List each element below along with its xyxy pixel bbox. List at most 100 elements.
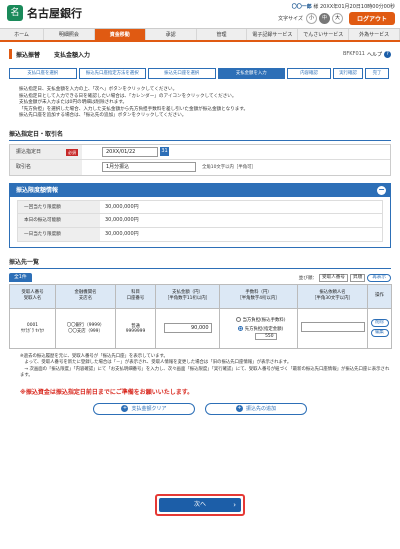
date-section: 振込指定日・取引名 振込指定日 必須 20XX/01/22 31 取引名 1月分…: [9, 129, 391, 176]
step-indicator: 支払口座を選択 振込先口座指定方法を選択 振込先口座を選択 支払金額を入力 内容…: [9, 68, 391, 79]
col-requester: 振込依頼人名 ［半角30文字以内］: [297, 283, 368, 309]
nav-statement[interactable]: 明細照会: [44, 29, 95, 40]
nav-electronic-record[interactable]: 電子記録サービス: [247, 29, 299, 40]
add-payee-label: 振込先の追加: [245, 405, 276, 412]
limit-key: 一日当たり限度額: [18, 227, 100, 241]
sort-key-select[interactable]: 受取人番号: [319, 273, 348, 282]
nav-densai[interactable]: でんさいサービス: [298, 29, 350, 40]
resort-button[interactable]: 再表示: [367, 273, 391, 282]
ops-cell: 削除 編集: [367, 307, 392, 349]
notes: ※過去の振込履歴を元に、受取人番号が「振込先口座」を表示しています。 よって、受…: [20, 354, 391, 380]
limit-panel-header[interactable]: 振込限度額情報 −: [10, 183, 390, 197]
nav-forex[interactable]: 外為サービス: [349, 29, 400, 40]
user-name: 〇〇一郎: [291, 4, 312, 10]
account-cell: 普通 9999999: [115, 307, 156, 349]
payee-toolbar: 全1件 並び順： 受取人番号 昇順 再表示: [9, 272, 391, 284]
limit-heading: 振込限度額情報: [16, 186, 59, 194]
bank-cell: 〇〇銀行（9999） 〇〇支店（999）: [55, 307, 116, 349]
instruction-line: 振込先口座を追加する場合は、「振込先の追加」ボタンをクリックしてください。: [19, 113, 187, 119]
clear-amount-label: 支払金額クリア: [131, 405, 167, 412]
radio-icon[interactable]: [235, 316, 241, 322]
col-payee: 受取人番号 受取人名: [9, 283, 56, 309]
note-line: → 次画面の「振込限度」「内容確認」にて「お支払明細番号」を入力し、次々画面「振…: [20, 366, 390, 379]
transfer-date-input[interactable]: 20XX/01/22: [102, 146, 158, 157]
page-title: 支払金額入力: [54, 51, 91, 59]
nav-management[interactable]: 管理: [197, 29, 248, 40]
limit-panel: 振込限度額情報 − 一回当たり限度額 30,000,000円 本日の振込可能額 …: [9, 182, 391, 248]
col-bank: 金融機関名 支店名: [55, 283, 116, 309]
step-5: 内容確認: [287, 68, 331, 79]
step-1: 支払口座を選択: [9, 68, 77, 79]
chevron-right-icon: ›: [233, 501, 236, 509]
col-fee: 手数料（円） ［半角数字4桁以内］: [219, 283, 298, 309]
font-size-small-button[interactable]: 小: [305, 13, 317, 24]
action-buttons: + 支払金額クリア + 振込先の追加: [0, 402, 400, 415]
edit-button[interactable]: 編集: [370, 329, 389, 338]
fee-input[interactable]: 550: [254, 332, 277, 340]
txn-row: 取引名 1月分振込 全角10文字以内［半角可］: [10, 159, 390, 175]
fee-option-theirs-label: 先方負担(指定金額): [244, 326, 284, 332]
fee-option-ours[interactable]: 当方負担(振込手数料): [224, 316, 297, 323]
bank-logo[interactable]: 名 名古屋銀行: [7, 5, 82, 21]
sort-order-select[interactable]: 昇順: [350, 273, 366, 282]
instruction-line: 振込指定日、支払金額を入力の上、「次へ」ボタンをクリックしてください。: [19, 87, 178, 92]
delete-button[interactable]: 削除: [370, 319, 389, 328]
requester-input[interactable]: [300, 322, 365, 333]
txn-note: 全角10文字以内［半角可］: [202, 165, 256, 171]
amount-input[interactable]: 90,000: [163, 323, 212, 334]
amount-cell: 90,000: [155, 307, 220, 349]
instructions: 振込指定日、支払金額を入力の上、「次へ」ボタンをクリックしてください。 振込指定…: [19, 87, 391, 120]
logo-text: 名古屋銀行: [27, 7, 82, 20]
next-label: 次へ: [193, 501, 206, 508]
limit-row: 一日当たり限度額 30,000,000円: [17, 227, 383, 242]
payee-table: 受取人番号 受取人名 金融機関名 支店名 科目 口座番号 支払金額（円） ［半角…: [9, 283, 392, 349]
font-size-medium-button[interactable]: 中: [318, 13, 330, 24]
step-7: 完了: [365, 68, 389, 79]
limit-body: 一回当たり限度額 30,000,000円 本日の振込可能額 30,000,000…: [10, 197, 390, 247]
sort-label: 並び順：: [298, 275, 318, 281]
nav-fund-transfer[interactable]: 資金移動: [94, 29, 146, 40]
logout-button[interactable]: ログアウト: [348, 12, 395, 25]
all-tab[interactable]: 全1件: [9, 273, 32, 283]
plus-icon: +: [121, 404, 129, 412]
limit-value: 30,000,000円: [105, 230, 139, 237]
account-number: 9999999: [125, 328, 146, 334]
font-size-switcher: 文字サイズ 小 中 大 ログアウト: [278, 12, 395, 25]
next-button[interactable]: 次へ ›: [159, 498, 241, 512]
date-label: 振込指定日 必須: [10, 144, 82, 159]
limit-row: 一回当たり限度額 30,000,000円: [17, 199, 383, 214]
collapse-icon[interactable]: −: [377, 185, 386, 195]
nav-approval[interactable]: 承認: [146, 29, 197, 40]
col-ops: 操作: [367, 283, 392, 309]
clear-amount-button[interactable]: + 支払金額クリア: [93, 402, 195, 415]
help-label: ヘルプ: [366, 51, 382, 58]
font-size-large-button[interactable]: 大: [331, 13, 343, 24]
step-6: 実行確認: [333, 68, 363, 79]
limit-key: 本日の振込可能額: [18, 213, 100, 227]
instruction-line: 支払金額が未入力または0円の明細は削除されます。: [19, 100, 128, 106]
calendar-icon[interactable]: 31: [160, 147, 169, 157]
payee-cell: 0001 ｻｸﾗｶﾞﾜ ｾｲｶﾂ: [9, 307, 56, 349]
table-row: 0001 ｻｸﾗｶﾞﾜ ｾｲｶﾂ 〇〇銀行（9999） 〇〇支店（999） 普通…: [9, 307, 392, 349]
fee-cell: 当方負担(振込手数料) 先方負担(指定金額) 550: [219, 307, 298, 349]
payee-heading: 振込先一覧: [9, 257, 391, 269]
txn-name-input[interactable]: 1月分振込: [102, 162, 196, 173]
sort-controls: 並び順： 受取人番号 昇順 再表示: [298, 273, 391, 282]
date-row: 振込指定日 必須 20XX/01/22 31: [10, 144, 390, 160]
screen-code: BFKF011: [342, 51, 365, 57]
radio-selected-icon[interactable]: [237, 325, 243, 331]
payee-name: ｻｸﾗｶﾞﾜ ｾｲｶﾂ: [20, 328, 45, 334]
limit-value: 30,000,000円: [105, 216, 139, 223]
step-4-current: 支払金額を入力: [217, 68, 285, 79]
txn-label: 取引名: [10, 159, 82, 175]
fee-option-ours-label: 当方負担(振込手数料): [242, 317, 286, 323]
header-right: 〇〇一郎 様 20XX年01月20日10時00分00秒 文字サイズ 小 中 大 …: [278, 3, 395, 25]
help-icon: ?: [384, 50, 391, 58]
date-label-text: 振込指定日: [16, 148, 42, 155]
title-accent: [9, 49, 12, 59]
add-payee-button[interactable]: + 振込先の追加: [205, 402, 307, 415]
help-link[interactable]: ヘルプ ?: [366, 50, 391, 58]
user-suffix: 様: [313, 4, 319, 10]
nav-home[interactable]: ホーム: [0, 29, 44, 40]
fee-option-theirs[interactable]: 先方負担(指定金額): [224, 325, 297, 332]
